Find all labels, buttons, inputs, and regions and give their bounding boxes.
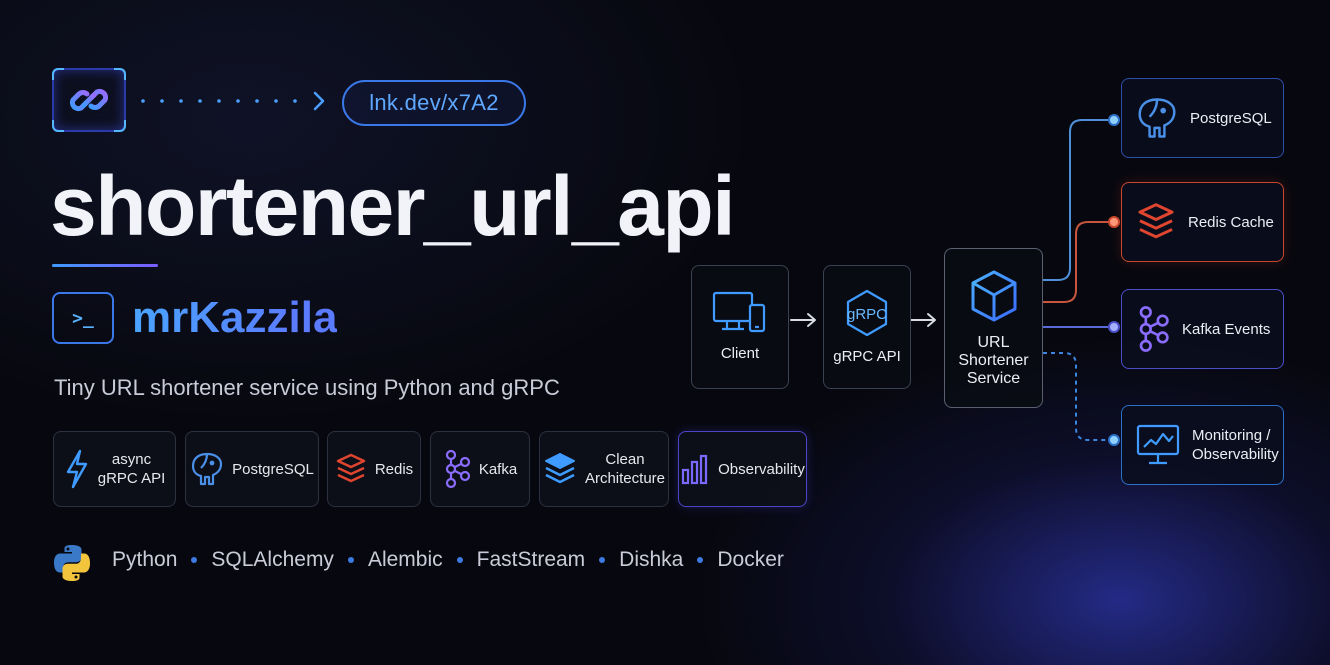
redis-stack-icon [336,453,366,483]
dotted-connector [141,99,297,103]
target-redis-cache: Redis Cache [1121,182,1284,262]
target-label: Kafka Events [1182,320,1271,338]
node-url-shortener-service: URL Shortener Service [944,248,1043,408]
short-link-text: lnk.dev/x7A2 [369,90,499,115]
stack-item: Alembic [367,548,443,571]
stack-item: Docker [717,548,784,571]
feature-chip-kafka: Kafka [430,431,530,507]
bar-chart-icon [682,454,708,485]
cube-icon [971,270,1016,322]
link-logo-box [52,68,126,132]
feature-label: Redis [374,460,414,478]
terminal-icon: >_ [52,292,114,344]
separator-dot [599,557,606,563]
node-label: Client [720,345,760,362]
feature-chip-clean-architecture: Clean Architecture [539,431,669,507]
feature-label: Kafka [478,460,518,478]
postgresql-elephant-icon [1138,98,1176,138]
target-kafka-events: Kafka Events [1121,289,1284,369]
kafka-nodes-icon [445,449,470,489]
feature-label: async gRPC API [97,451,166,487]
postgresql-elephant-icon [192,452,223,486]
target-label: PostgreSQL [1190,109,1272,127]
feature-chip-async-grpc: async gRPC API [53,431,176,507]
separator-dot [347,557,354,563]
target-monitoring: Monitoring / Observability [1121,405,1284,485]
stack-item: Python [112,548,178,571]
target-label: Monitoring / Observability [1192,427,1279,463]
lightning-icon [66,449,87,489]
node-label: URL Shortener Service [958,334,1029,387]
target-label: Redis Cache [1188,213,1274,231]
feature-label: Observability [718,460,805,478]
tech-stack-row: Python SQLAlchemy Alembic FastStream Dis… [112,548,784,572]
chevron-right-icon [313,91,325,111]
stack-item: SQLAlchemy [211,548,334,571]
node-label: gRPC API [833,348,901,365]
separator-dot [697,557,704,563]
redis-stack-icon [1138,203,1174,239]
feature-chip-observability: Observability [678,431,807,507]
page-title: shortener_url_api [50,159,736,253]
feature-chip-redis: Redis [327,431,421,507]
desktop-mobile-icon [712,291,766,333]
node-client: Client [691,265,789,389]
stack-item: Dishka [619,548,684,571]
title-underline [52,264,158,267]
short-link-pill[interactable]: lnk.dev/x7A2 [342,80,526,126]
feature-chip-postgresql: PostgreSQL [185,431,319,507]
kafka-nodes-icon [1139,306,1169,352]
feature-label: PostgreSQL [232,460,314,478]
separator-dot [456,557,463,563]
separator-dot [191,557,198,563]
stack-item: FastStream [476,548,586,571]
node-grpc-api: gRPC gRPC API [823,265,911,389]
target-postgresql: PostgreSQL [1121,78,1284,158]
layers-icon [544,453,575,484]
python-logo-icon [54,545,90,581]
grpc-badge-text: gRPC [846,306,887,323]
author-name: mrKazzila [132,290,337,346]
monitor-chart-icon [1136,424,1180,465]
feature-label: Clean Architecture [584,451,666,487]
chain-link-icon [69,88,109,112]
tagline: Tiny URL shortener service using Python … [54,375,560,400]
